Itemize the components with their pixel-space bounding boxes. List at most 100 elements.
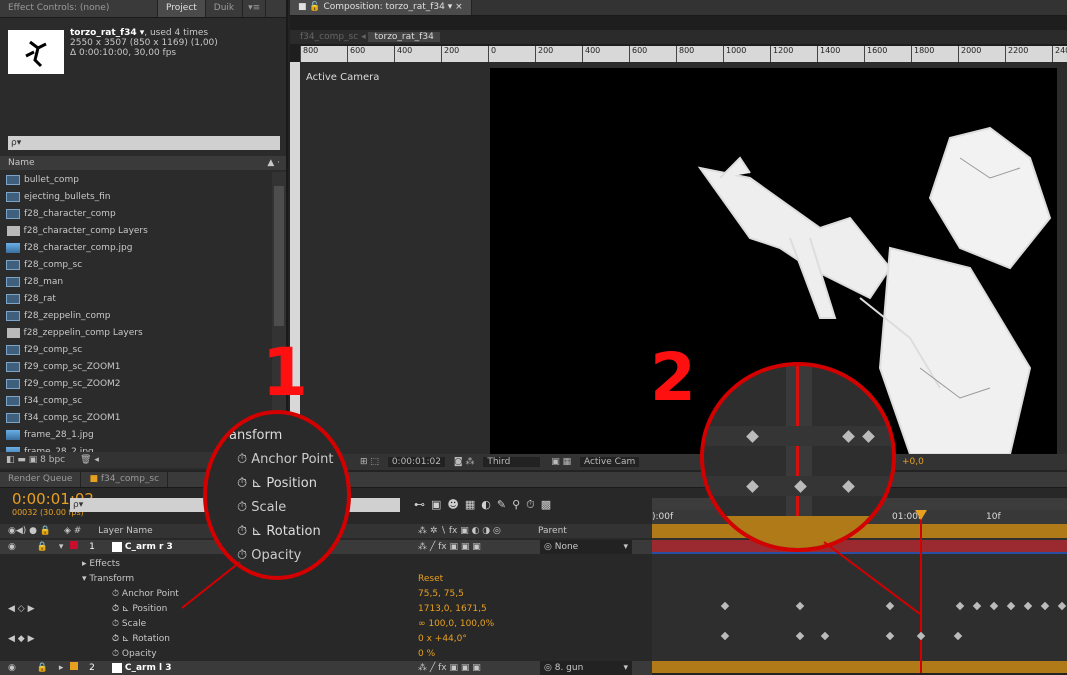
layer-label-color[interactable] [70, 541, 79, 549]
current-time-display[interactable]: 0:00:01:02 [387, 457, 445, 467]
visibility-icon[interactable]: ◉ [8, 542, 16, 552]
project-list-item[interactable]: ejecting_bullets_fin [6, 189, 274, 206]
project-list-item[interactable]: f29_comp_sc_ZOOM2 [6, 376, 274, 393]
breadcrumb-current[interactable]: torzo_rat_f34 [368, 32, 440, 42]
comp-breadcrumb: f34_comp_sc ◂ torzo_rat_f34 [290, 30, 1067, 44]
parent-header[interactable]: Parent [538, 524, 567, 538]
graph-icon[interactable]: ⊾ [122, 634, 130, 644]
rotation-keyframe[interactable] [720, 631, 730, 641]
rotation-keyframe[interactable] [916, 631, 926, 641]
stopwatch-icon[interactable]: ⏱ [526, 498, 541, 511]
project-list-item[interactable]: f28_zeppelin_comp [6, 308, 274, 325]
project-list-item[interactable]: f28_man [6, 274, 274, 291]
position-keyframe[interactable] [955, 601, 965, 611]
expand-arrow-icon[interactable]: ▾ [82, 574, 87, 584]
camera-dropdown[interactable]: Active Cam [579, 457, 640, 467]
rotation-keyframe[interactable] [795, 631, 805, 641]
project-list-item[interactable]: f28_character_comp.jpg [6, 240, 274, 257]
layer-duration-bar[interactable] [652, 661, 1067, 673]
stopwatch-icon[interactable]: ⏱ [112, 589, 119, 599]
stopwatch-active-icon[interactable]: ⏱ [112, 634, 119, 644]
layer-name[interactable]: C_arm l 3 [111, 662, 171, 673]
project-search-input[interactable]: ρ▾ [8, 136, 280, 150]
callout-pointer-1 [181, 561, 241, 609]
expand-arrow-icon[interactable]: ▾ [59, 542, 64, 552]
scrollbar-thumb[interactable] [274, 186, 284, 326]
tab-composition[interactable]: ■ 🔓 Composition: torzo_rat_f34 ▾ × [290, 0, 472, 15]
stopwatch-icon[interactable]: ⏱ [112, 619, 119, 629]
position-keyframe[interactable] [720, 601, 730, 611]
tab-effect-controls[interactable]: Effect Controls: (none) [0, 0, 158, 17]
position-keyframe[interactable] [1057, 601, 1067, 611]
bpc-label[interactable]: 8 bpc [40, 455, 65, 465]
exposure-value[interactable]: +0,0 [902, 454, 924, 470]
position-keyframe[interactable] [795, 601, 805, 611]
project-list-item[interactable]: bullet_comp [6, 172, 274, 189]
toggle-icon[interactable]: ▣ ▦ [551, 457, 571, 467]
frame-blend-icon[interactable]: ▦ [465, 498, 481, 511]
layer-label-color[interactable] [70, 662, 79, 670]
name-column-header[interactable]: Name ▲ · [0, 156, 286, 170]
project-list-item[interactable]: f29_comp_sc [6, 342, 274, 359]
position-keyframe[interactable] [1006, 601, 1016, 611]
rotation-keyframe[interactable] [820, 631, 830, 641]
shy-icon[interactable]: ☻ [447, 498, 464, 511]
position-keyframe[interactable] [1040, 601, 1050, 611]
brainstorm-icon[interactable]: ✎ [497, 498, 512, 511]
graph-editor-icon[interactable]: ⚲ [512, 498, 526, 511]
layer-switches[interactable]: ⁂ ╱ fx ▣ ▣ ▣ [418, 540, 481, 554]
rotation-keyframe[interactable] [885, 631, 895, 641]
comp-mini-flowchart-icon[interactable]: ⊷ [414, 498, 431, 511]
scroll-left-icon[interactable]: ◂ [94, 455, 99, 465]
graph-icon[interactable]: ⊾ [122, 604, 130, 614]
stopwatch-active-icon[interactable]: ⏱ [112, 604, 119, 614]
lock-toggle-icon[interactable]: 🔒 [37, 542, 48, 552]
sort-arrow-icon[interactable]: ▲ · [267, 156, 280, 170]
panel-menu-icon[interactable]: ▾≡ [243, 0, 267, 17]
render-icon[interactable]: ▩ [541, 498, 557, 511]
tab-project[interactable]: Project [158, 0, 206, 17]
draft-3d-icon[interactable]: ▣ [431, 498, 447, 511]
position-keyframe[interactable] [1023, 601, 1033, 611]
position-keyframe[interactable] [989, 601, 999, 611]
grid-icon[interactable]: ⊞ [360, 457, 368, 467]
region-icon[interactable]: ⬚ [370, 457, 379, 467]
rotation-keyframe[interactable] [953, 631, 963, 641]
project-list-item[interactable]: ▸f28_character_comp Layers [6, 223, 274, 240]
snapshot-icon[interactable]: ◙ [454, 457, 463, 467]
layer-name-header[interactable]: Layer Name [98, 526, 153, 536]
trash-icon[interactable]: 🗑 [80, 455, 91, 465]
interpret-footage-icon[interactable]: ◧ [6, 455, 15, 465]
new-comp-icon[interactable]: ▣ [29, 455, 38, 465]
new-folder-icon[interactable]: ▬ [17, 455, 26, 465]
expand-arrow-icon[interactable]: ▸ [59, 663, 64, 673]
keyframe-nav[interactable]: ◀ ◇ ▶ [8, 601, 35, 618]
lock-icon[interactable]: ■ 🔓 [298, 2, 321, 12]
tab-f34-comp[interactable]: ■ f34_comp_sc [81, 472, 169, 487]
visibility-icon[interactable]: ◉ [8, 663, 16, 673]
project-list-item[interactable]: f34_comp_sc [6, 393, 274, 410]
label-icon[interactable]: ◈ # [64, 526, 81, 536]
stopwatch-icon[interactable]: ⏱ [112, 649, 119, 659]
project-list-item[interactable]: f28_rat [6, 291, 274, 308]
item-name[interactable]: torzo_rat_f34 ▾ [70, 28, 144, 38]
tab-render-queue[interactable]: Render Queue [0, 472, 82, 487]
switches-header[interactable]: ⁂ ✲ ∖ fx ▣ ◐ ◑ ◎ [418, 524, 501, 538]
project-list-item[interactable]: f29_comp_sc_ZOOM1 [6, 359, 274, 376]
channel-icon[interactable]: ⁂ [465, 457, 474, 467]
lock-toggle-icon[interactable]: 🔒 [37, 663, 48, 673]
parent-dropdown[interactable]: ◎ None ▾ [540, 540, 632, 554]
project-list-item[interactable]: ▸f28_zeppelin_comp Layers [6, 325, 274, 342]
keyframe-nav[interactable]: ◀ ◆ ▶ [8, 631, 35, 648]
project-list-item[interactable]: f28_comp_sc [6, 257, 274, 274]
collapse-arrow-icon[interactable]: ▸ [82, 559, 87, 569]
view-dropdown[interactable]: Third [483, 457, 541, 467]
breadcrumb-parent[interactable]: f34_comp_sc [300, 32, 358, 42]
comp-dropdown-icon[interactable]: ▾ [448, 2, 453, 12]
position-keyframe[interactable] [972, 601, 982, 611]
project-list-item[interactable]: f28_character_comp [6, 206, 274, 223]
motion-blur-icon[interactable]: ◐ [481, 498, 497, 511]
av-switches-icon[interactable]: ◉◀) ● 🔒 [8, 526, 51, 536]
tab-duik[interactable]: Duik [206, 0, 244, 17]
layer-name[interactable]: C_arm r 3 [111, 541, 173, 552]
